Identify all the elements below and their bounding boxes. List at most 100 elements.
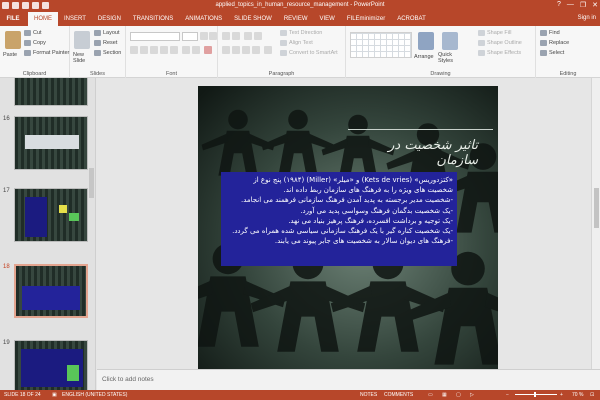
zoom-out-button[interactable]: −: [506, 392, 509, 398]
normal-view-icon[interactable]: ▭: [428, 392, 433, 398]
slide-title[interactable]: تاثیر شخصیت در سازمان: [350, 138, 478, 168]
zoom-slider[interactable]: [515, 394, 557, 395]
zoom-in-button[interactable]: +: [560, 392, 563, 398]
language-indicator[interactable]: ENGLISH (UNITED STATES): [62, 392, 127, 398]
increase-indent-icon[interactable]: [254, 32, 262, 40]
numbering-icon[interactable]: [232, 32, 240, 40]
bullet-line: -یک توجیه و برداشت افسرده، فرهنگ پرهیز ب…: [288, 216, 453, 225]
tab-fileminimizer[interactable]: FILEminimizer: [341, 12, 391, 26]
slideshow-view-icon[interactable]: ▷: [470, 392, 474, 398]
paste-button[interactable]: Paste: [3, 52, 17, 58]
align-left-icon[interactable]: [222, 46, 230, 54]
italic-icon[interactable]: [140, 46, 148, 54]
align-right-icon[interactable]: [242, 46, 250, 54]
tab-home[interactable]: HOME: [28, 12, 58, 26]
tab-insert[interactable]: INSERT: [58, 12, 92, 26]
align-center-icon[interactable]: [232, 46, 240, 54]
status-bar: SLIDE 18 OF 24 ▣ ENGLISH (UNITED STATES)…: [0, 390, 600, 400]
notes-button[interactable]: NOTES: [360, 392, 377, 398]
cut-button[interactable]: Cut: [24, 30, 42, 36]
align-text-icon: [280, 40, 287, 46]
font-group: Font: [126, 26, 218, 78]
shape-fill-button[interactable]: Shape Fill: [478, 30, 511, 36]
select-button[interactable]: Select: [540, 50, 564, 56]
shape-outline-button[interactable]: Shape Outline: [478, 40, 522, 46]
format-painter-button[interactable]: Format Painter: [24, 50, 69, 56]
paste-icon[interactable]: [5, 31, 21, 49]
change-case-icon[interactable]: [192, 46, 200, 54]
slide-content-textbox[interactable]: «کتزدوریس» (Kets de vries) و «میلر» (Mil…: [221, 172, 457, 266]
paragraph-label: Paragraph: [268, 71, 295, 77]
tab-transitions[interactable]: TRANSITIONS: [127, 12, 179, 26]
font-color-icon[interactable]: [204, 46, 212, 54]
slide-thumbnail[interactable]: [14, 78, 88, 106]
slide-sorter-icon[interactable]: ▦: [442, 392, 447, 398]
slide-thumbnail-19[interactable]: [14, 340, 88, 390]
brush-icon: [24, 50, 31, 56]
file-tab[interactable]: FILE: [0, 12, 26, 26]
char-spacing-icon[interactable]: [182, 46, 190, 54]
tab-list: HOME INSERT DESIGN TRANSITIONS ANIMATIONS SLI…: [28, 12, 432, 26]
close-button[interactable]: ✕: [592, 1, 598, 9]
slide-number: 17: [3, 188, 10, 194]
slide-thumbnail-pane[interactable]: 16 17 18 19: [0, 78, 96, 390]
new-slide-icon[interactable]: [74, 31, 90, 49]
bullet-line: شخصیت های ویژه را به فرهنگ های سازمان رب…: [283, 186, 453, 195]
slide-thumbnail-16[interactable]: [14, 116, 88, 170]
replace-button[interactable]: Replace: [540, 40, 569, 46]
ribbon-tabs: FILE HOME INSERT DESIGN TRANSITIONS ANIMATIO…: [0, 12, 600, 26]
notes-pane[interactable]: Click to add notes: [97, 369, 600, 390]
justify-icon[interactable]: [252, 46, 260, 54]
scrollbar-thumb[interactable]: [594, 188, 599, 228]
layout-button[interactable]: Layout: [94, 30, 120, 36]
bold-icon[interactable]: [130, 46, 138, 54]
restore-button[interactable]: ❐: [580, 1, 586, 9]
strikethrough-icon[interactable]: [160, 46, 168, 54]
sign-in-link[interactable]: Sign in: [578, 15, 596, 21]
reading-view-icon[interactable]: ▢: [456, 392, 461, 398]
grow-font-icon[interactable]: [200, 32, 208, 40]
font-name-field[interactable]: [130, 32, 180, 41]
tab-acrobat[interactable]: ACROBAT: [391, 12, 432, 26]
new-slide-button[interactable]: New Slide: [73, 52, 93, 64]
vertical-scrollbar[interactable]: [591, 78, 600, 369]
align-text-button[interactable]: Align Text: [280, 40, 313, 46]
slide-thumbnail-18[interactable]: [14, 264, 88, 318]
zoom-slider-handle[interactable]: [534, 392, 536, 397]
shapes-gallery[interactable]: [350, 32, 412, 58]
tab-review[interactable]: REVIEW: [278, 12, 314, 26]
text-direction-button[interactable]: Text Direction: [280, 30, 322, 36]
decrease-indent-icon[interactable]: [244, 32, 252, 40]
copy-button[interactable]: Copy: [24, 40, 46, 46]
arrange-icon[interactable]: [418, 32, 434, 50]
quick-styles-button[interactable]: Quick Styles: [438, 52, 460, 64]
find-button[interactable]: Find: [540, 30, 560, 36]
reset-button[interactable]: Reset: [94, 40, 117, 46]
shape-effects-button[interactable]: Shape Effects: [478, 50, 521, 56]
bullets-icon[interactable]: [222, 32, 230, 40]
tab-view[interactable]: VIEW: [314, 12, 341, 26]
shrink-font-icon[interactable]: [209, 32, 217, 40]
fit-slide-icon[interactable]: ⊡: [590, 392, 594, 398]
help-button[interactable]: ?: [557, 1, 561, 9]
slide-canvas[interactable]: تاثیر شخصیت در سازمان «کتزدوریس» (Kets d…: [198, 86, 498, 369]
spellcheck-icon[interactable]: ▣: [52, 392, 57, 398]
columns-icon[interactable]: [264, 46, 272, 54]
quick-styles-icon[interactable]: [442, 32, 458, 50]
tab-design[interactable]: DESIGN: [92, 12, 127, 26]
comments-button[interactable]: COMMENTS: [384, 392, 413, 398]
slides-group: New Slide Layout Reset Section Slides: [70, 26, 126, 78]
font-size-field[interactable]: [182, 32, 198, 41]
arrange-button[interactable]: Arrange: [414, 54, 434, 60]
zoom-level[interactable]: 70 %: [572, 392, 583, 398]
slide-thumbnail-17[interactable]: [14, 188, 88, 242]
tab-slide-show[interactable]: SLIDE SHOW: [228, 12, 278, 26]
convert-smartart-button[interactable]: Convert to SmartArt: [280, 50, 338, 56]
tab-animations[interactable]: ANIMATIONS: [179, 12, 228, 26]
ribbon: Paste Cut Copy Format Painter Clipboard …: [0, 26, 600, 78]
section-button[interactable]: Section: [94, 50, 121, 56]
thumbnail-scrollbar[interactable]: [89, 168, 94, 198]
minimize-button[interactable]: —: [567, 1, 574, 9]
underline-icon[interactable]: [150, 46, 158, 54]
shadow-icon[interactable]: [170, 46, 178, 54]
